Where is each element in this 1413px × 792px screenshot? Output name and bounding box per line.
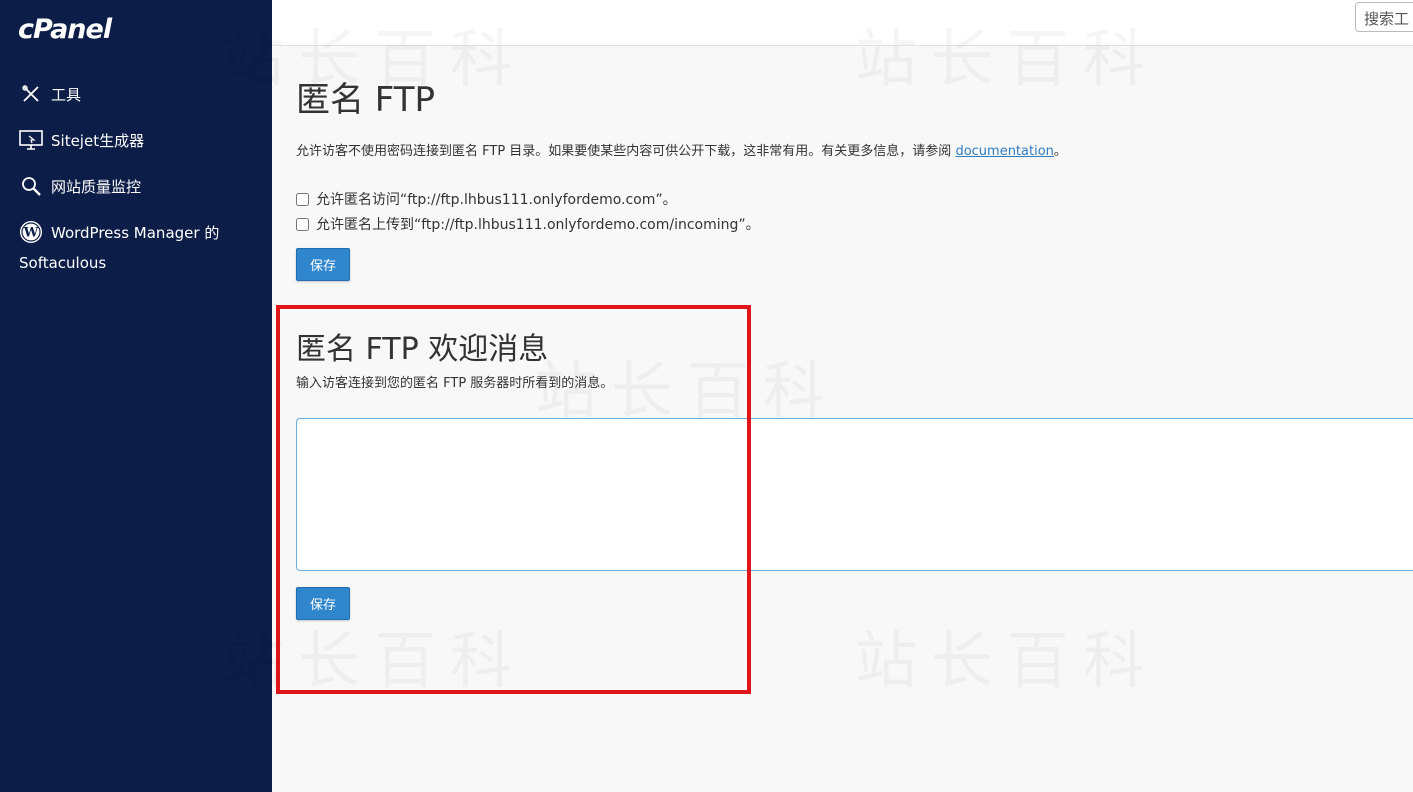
sidebar-item-sitejet[interactable]: Sitejet生成器 [19,128,144,152]
allow-anonymous-access-checkbox[interactable] [296,192,309,206]
watermark: 站长百科 [855,610,1159,700]
sidebar-item-label: Sitejet生成器 [51,131,145,150]
top-bar [272,0,1413,46]
page-title: 匿名 FTP [296,80,436,120]
sidebar-item-label: 网站质量监控 [51,177,142,196]
monitor-icon [19,128,43,152]
sidebar-item-label-line2: Softaculous [19,254,107,272]
sidebar-item-tools[interactable]: 工具 [19,82,81,106]
sidebar-item-label-line1: WordPress Manager 的 [51,223,220,242]
sidebar-item-label: 工具 [51,85,82,104]
page-description: 允许访客不使用密码连接到匿名 FTP 目录。如果要使某些内容可供公开下载，这非常… [296,140,1067,159]
sidebar-item-site-quality[interactable]: 网站质量监控 [19,174,141,198]
welcome-section-title: 匿名 FTP 欢迎消息 [296,332,549,367]
search-input[interactable]: 搜索工 [1355,2,1413,32]
wordpress-icon: W [19,220,43,244]
save-welcome-button[interactable]: 保存 [296,587,350,620]
allow-anonymous-upload-checkbox[interactable] [296,217,309,231]
allow-anonymous-upload-row[interactable]: 允许匿名上传到“ftp://ftp.lhbus111.onlyfordemo.c… [296,214,760,234]
magnifier-icon [19,174,43,198]
svg-text:W: W [23,226,39,241]
welcome-section-subtitle: 输入访客连接到您的匿名 FTP 服务器时所看到的消息。 [296,376,614,391]
documentation-link[interactable]: documentation [955,144,1053,159]
allow-anonymous-upload-label: 允许匿名上传到“ftp://ftp.lhbus111.onlyfordemo.c… [316,217,760,233]
allow-anonymous-access-label: 允许匿名访问“ftp://ftp.lhbus111.onlyfordemo.co… [316,192,677,208]
tools-icon [19,82,43,106]
allow-anonymous-access-row[interactable]: 允许匿名访问“ftp://ftp.lhbus111.onlyfordemo.co… [296,189,677,209]
save-access-button[interactable]: 保存 [296,248,350,281]
sidebar: cPanel 工具 Sitejet生成器 网站质量监控 W WordPress … [0,0,272,792]
description-text: 允许访客不使用密码连接到匿名 FTP 目录。如果要使某些内容可供公开下载，这非常… [296,144,956,159]
welcome-message-textarea[interactable] [296,418,1413,571]
cpanel-logo[interactable]: cPanel [18,14,112,45]
description-end: 。 [1053,144,1067,159]
sidebar-item-wordpress-manager[interactable]: W WordPress Manager 的 Softaculous [19,220,219,272]
